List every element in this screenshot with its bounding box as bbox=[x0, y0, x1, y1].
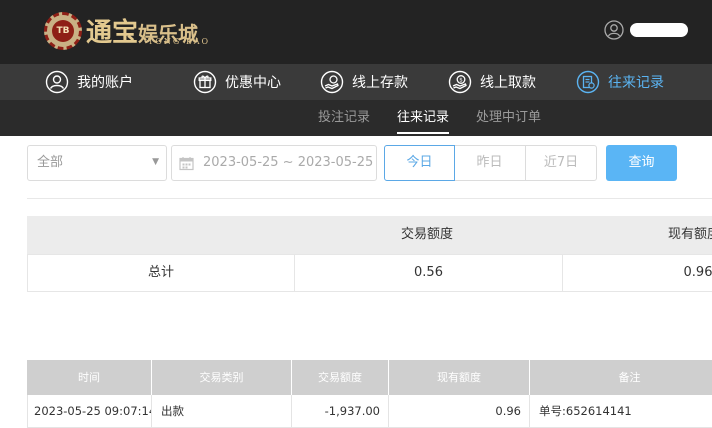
tab-transaction-records[interactable]: 往来记录 bbox=[397, 100, 450, 136]
cell-type: 出款 bbox=[152, 395, 292, 428]
date-range-value: 2023-05-25 ~ 2023-05-25 bbox=[203, 155, 374, 170]
logo-chip-label: TB bbox=[52, 20, 74, 42]
nav-item-withdraw[interactable]: $ 线上取款 bbox=[448, 69, 536, 95]
deposit-icon bbox=[320, 70, 344, 94]
header-type: 交易类别 bbox=[152, 360, 292, 395]
logo-wordmark: 通宝娱乐城 TONG BAO bbox=[86, 12, 216, 50]
summary-amount: 0.56 bbox=[295, 255, 563, 291]
summary-balance: 0.96 bbox=[683, 265, 712, 280]
summary-row: 总计 0.56 0.96 bbox=[27, 254, 712, 292]
caret-down-icon: ▼ bbox=[152, 157, 159, 167]
logo-char-1: 通 bbox=[86, 18, 113, 48]
query-button[interactable]: 查询 bbox=[606, 145, 677, 181]
summary-header-balance: 现有额度 bbox=[668, 227, 712, 242]
tab-pending-orders[interactable]: 处理中订单 bbox=[476, 100, 541, 136]
nav-item-records[interactable]: 往来记录 bbox=[576, 69, 664, 95]
type-select[interactable]: 全部 ▼ bbox=[27, 145, 167, 181]
nav-item-promotions[interactable]: 优惠中心 bbox=[193, 69, 281, 95]
withdraw-icon: $ bbox=[448, 70, 472, 94]
quick-7days-button[interactable]: 近7日 bbox=[525, 145, 597, 181]
nav-label: 我的账户 bbox=[77, 75, 133, 91]
quick-yesterday-button[interactable]: 昨日 bbox=[454, 145, 526, 181]
user-menu[interactable] bbox=[604, 20, 688, 40]
cell-balance: 0.96 bbox=[389, 395, 530, 428]
cell-amount: -1,937.00 bbox=[292, 395, 389, 428]
nav-label: 线上存款 bbox=[352, 75, 408, 91]
site-logo[interactable]: TB 通宝娱乐城 TONG BAO bbox=[44, 12, 216, 50]
type-select-value: 全部 bbox=[37, 155, 64, 170]
header-note: 备注 bbox=[530, 360, 712, 395]
divider bbox=[27, 198, 712, 199]
tab-bet-records[interactable]: 投注记录 bbox=[318, 100, 370, 136]
nav-label: 往来记录 bbox=[608, 75, 664, 91]
nav-item-deposit[interactable]: 线上存款 bbox=[320, 69, 408, 95]
top-header: TB 通宝娱乐城 TONG BAO bbox=[0, 0, 712, 64]
summary-label: 总计 bbox=[28, 255, 295, 291]
svg-text:$: $ bbox=[459, 78, 463, 84]
cell-note: 单号:652614141 bbox=[530, 395, 712, 428]
quick-today-button[interactable]: 今日 bbox=[384, 145, 455, 181]
user-icon bbox=[45, 70, 69, 94]
table-row: 2023-05-25 09:07:14 出款 -1,937.00 0.96 单号… bbox=[27, 395, 712, 428]
summary-header: 交易额度 现有额度 bbox=[27, 216, 712, 254]
username-redacted bbox=[630, 23, 688, 37]
calendar-icon bbox=[179, 157, 194, 171]
header-amount: 交易额度 bbox=[292, 360, 389, 395]
nav-label: 线上取款 bbox=[480, 75, 536, 91]
date-range-input[interactable]: 2023-05-25 ~ 2023-05-25 bbox=[171, 145, 377, 181]
gift-icon bbox=[193, 70, 217, 94]
nav-label: 优惠中心 bbox=[225, 75, 281, 91]
avatar-icon bbox=[604, 20, 624, 40]
logo-chip-icon: TB bbox=[44, 12, 82, 50]
main-nav: 我的账户 优惠中心 线上存款 $ 线上取款 往来记录 bbox=[0, 64, 712, 100]
header-balance: 现有额度 bbox=[389, 360, 530, 395]
nav-item-account[interactable]: 我的账户 bbox=[45, 69, 133, 95]
sub-nav: 投注记录 往来记录 处理中订单 bbox=[0, 100, 712, 136]
cell-time: 2023-05-25 09:07:14 bbox=[27, 395, 152, 428]
logo-subtitle: TONG BAO bbox=[148, 37, 211, 46]
logo-char-2: 宝 bbox=[112, 18, 139, 48]
record-icon bbox=[576, 70, 600, 94]
header-time: 时间 bbox=[27, 360, 152, 395]
summary-header-amount: 交易额度 bbox=[401, 227, 454, 242]
detail-header: 时间 交易类别 交易额度 现有额度 备注 bbox=[27, 360, 712, 395]
